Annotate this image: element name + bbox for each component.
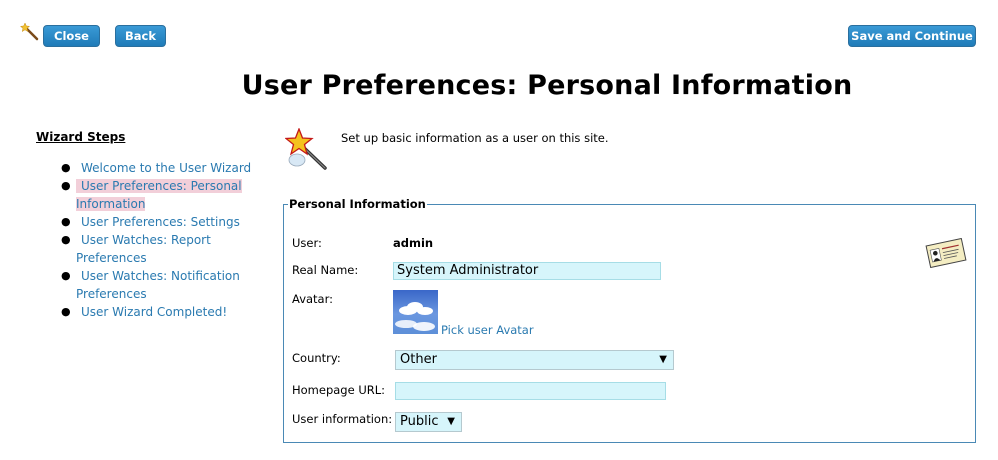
user-information-select[interactable]: Public ▼ bbox=[395, 412, 462, 432]
close-button[interactable]: Close bbox=[43, 25, 100, 47]
dropdown-arrow-icon: ▼ bbox=[447, 416, 455, 427]
real-name-label: Real Name: bbox=[292, 263, 359, 277]
user-value: admin bbox=[393, 236, 434, 250]
wizard-wand-icon bbox=[20, 22, 39, 41]
avatar-image[interactable] bbox=[393, 290, 438, 334]
wizard-step-report-preferences[interactable]: ● User Watches: Report Preferences bbox=[61, 231, 276, 267]
country-select[interactable]: Other ▼ bbox=[395, 350, 674, 370]
personal-information-legend: Personal Information bbox=[288, 197, 427, 211]
user-information-select-value: Public bbox=[400, 414, 439, 429]
user-wizard-page: Close Back Save and Continue User Prefer… bbox=[0, 0, 998, 460]
real-name-input[interactable]: System Administrator bbox=[393, 262, 661, 280]
magic-star-wand-icon bbox=[285, 128, 327, 170]
user-label: User: bbox=[292, 236, 322, 250]
avatar-label: Avatar: bbox=[292, 292, 334, 306]
user-information-label: User information: bbox=[292, 412, 393, 426]
save-and-continue-button[interactable]: Save and Continue bbox=[848, 25, 976, 47]
bullet-icon: ● bbox=[61, 305, 71, 318]
bullet-icon: ● bbox=[61, 233, 71, 246]
country-label: Country: bbox=[292, 351, 341, 365]
wizard-step-personal-information[interactable]: ● User Preferences: Personal Information bbox=[61, 177, 276, 213]
homepage-url-label: Homepage URL: bbox=[292, 383, 386, 397]
wizard-step-notification-preferences[interactable]: ● User Watches: Notification Preferences bbox=[61, 267, 276, 303]
wizard-steps-title: Wizard Steps bbox=[36, 130, 126, 144]
wizard-steps-list: ● Welcome to the User Wizard ● User Prefer… bbox=[61, 159, 276, 321]
wizard-step-completed[interactable]: ● User Wizard Completed! bbox=[61, 303, 276, 321]
bullet-icon: ● bbox=[61, 161, 71, 174]
homepage-url-input[interactable] bbox=[395, 382, 666, 400]
pick-avatar-link[interactable]: Pick user Avatar bbox=[441, 323, 534, 337]
wizard-step-welcome[interactable]: ● Welcome to the User Wizard bbox=[61, 159, 276, 177]
page-title: User Preferences: Personal Information bbox=[241, 70, 853, 101]
bullet-icon: ● bbox=[61, 269, 71, 282]
bullet-icon: ● bbox=[61, 215, 71, 228]
wizard-step-settings[interactable]: ● User Preferences: Settings bbox=[61, 213, 276, 231]
bullet-icon: ● bbox=[61, 179, 71, 192]
country-select-value: Other bbox=[400, 352, 437, 367]
intro-text: Set up basic information as a user on th… bbox=[341, 131, 609, 145]
dropdown-arrow-icon: ▼ bbox=[659, 354, 667, 365]
id-badge-icon bbox=[925, 238, 967, 268]
personal-information-fieldset bbox=[283, 204, 976, 443]
back-button[interactable]: Back bbox=[115, 25, 166, 47]
